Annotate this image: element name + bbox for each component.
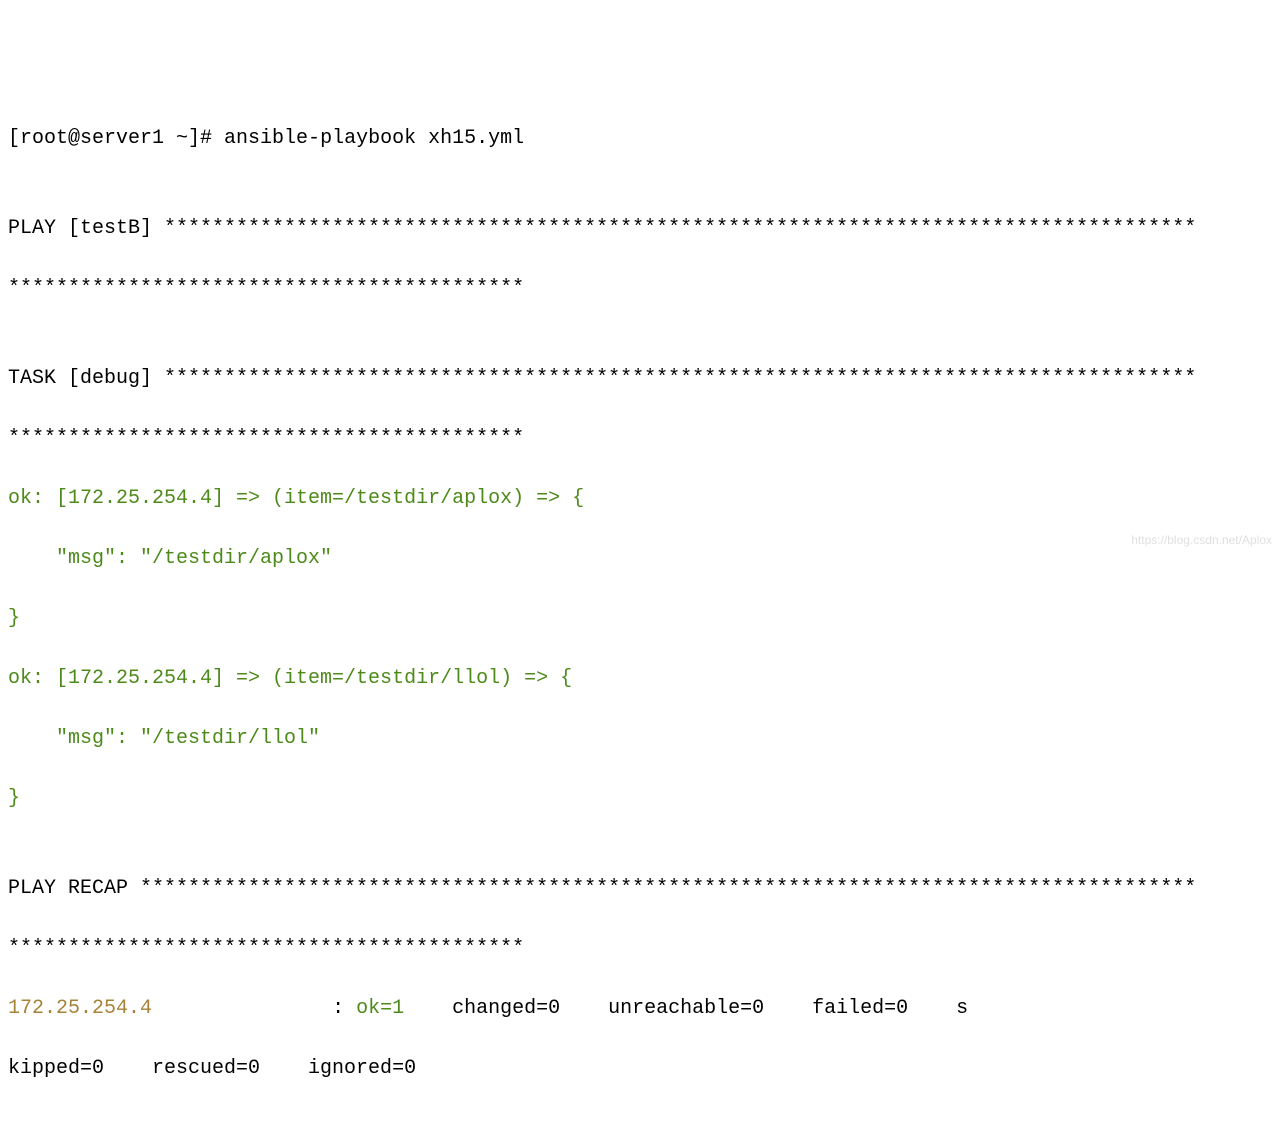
ok-item-header: ok: [172.25.254.4] => (item=/testdir/apl… xyxy=(8,484,1276,514)
recap-host-line: 172.25.254.4 : ok=1 changed=0 unreachabl… xyxy=(8,994,1276,1024)
ok-item-msg: "msg": "/testdir/llol" xyxy=(8,724,1276,754)
task-header-line2: ****************************************… xyxy=(8,424,1276,454)
recap-host-line2: kipped=0 rescued=0 ignored=0 xyxy=(8,1054,1276,1084)
shell-prompt: [root@server1 ~]# xyxy=(8,127,224,150)
recap-sep: : xyxy=(332,997,356,1020)
command-text: ansible-playbook xh15.yml xyxy=(224,127,524,150)
recap-stats: changed=0 unreachable=0 failed=0 s xyxy=(440,997,968,1020)
ok-item-header: ok: [172.25.254.4] => (item=/testdir/llo… xyxy=(8,664,1276,694)
ok-item-close: } xyxy=(8,784,1276,814)
watermark-text: https://blog.csdn.net/Aplox xyxy=(1131,531,1272,549)
ok-item-close: } xyxy=(8,604,1276,634)
play-header-line2: ****************************************… xyxy=(8,274,1276,304)
command-line[interactable]: [root@server1 ~]# ansible-playbook xh15.… xyxy=(8,124,1276,154)
ok-item-msg: "msg": "/testdir/aplox" xyxy=(8,544,1276,574)
recap-header-line2: ****************************************… xyxy=(8,934,1276,964)
play-header-line1: PLAY [testB] ***************************… xyxy=(8,214,1276,244)
task-header-line1: TASK [debug] ***************************… xyxy=(8,364,1276,394)
recap-host: 172.25.254.4 xyxy=(8,997,332,1020)
recap-header-line1: PLAY RECAP *****************************… xyxy=(8,874,1276,904)
recap-ok: ok=1 xyxy=(356,997,440,1020)
